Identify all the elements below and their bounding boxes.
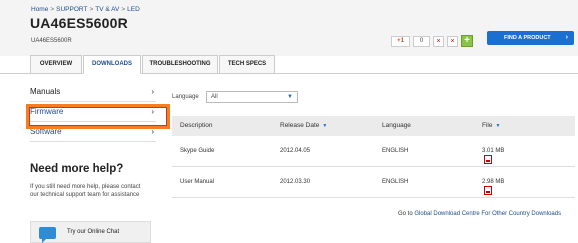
table-header: Description Release Date ▼ Language File ▼ xyxy=(172,116,575,136)
chevron-right-icon: › xyxy=(565,34,568,41)
breadcrumb-separator: > xyxy=(50,6,55,13)
google-plus-button[interactable]: +1 xyxy=(391,35,410,47)
table-row: Skype Guide 2012.04.05 ENGLISH 3.01 MB xyxy=(172,136,575,167)
share-button-1[interactable]: × xyxy=(433,35,444,47)
tab-tech-specs[interactable]: TECH SPECS xyxy=(219,55,275,74)
row-file-size: 2.98 MB xyxy=(482,179,505,185)
chat-bubble-icon xyxy=(39,227,56,243)
row-description: Skype Guide xyxy=(180,148,215,154)
breadcrumb-tv-av[interactable]: TV & AV xyxy=(95,6,119,13)
online-chat-button[interactable]: Try our Online Chat xyxy=(30,221,151,243)
downloads-table: Description Release Date ▼ Language File ▼… xyxy=(172,116,575,198)
social-buttons: +1 0 × × + xyxy=(391,35,473,47)
help-text: If you still need more help, please cont… xyxy=(30,184,141,198)
sort-down-icon: ▼ xyxy=(322,123,328,129)
column-header-release-date[interactable]: Release Date ▼ xyxy=(280,122,327,129)
breadcrumb-separator: > xyxy=(121,6,126,13)
breadcrumb-support[interactable]: SUPPORT xyxy=(56,6,87,13)
global-download-prefix: Go to xyxy=(398,211,413,217)
pdf-icon[interactable] xyxy=(484,155,492,164)
firmware-highlight-inner xyxy=(29,107,167,126)
breadcrumb-home[interactable]: Home xyxy=(31,6,48,13)
online-chat-label: Try our Online Chat xyxy=(67,229,120,235)
table-row: User Manual 2012.03.30 ENGLISH 2.98 MB xyxy=(172,167,575,198)
tab-overview[interactable]: OVERVIEW xyxy=(30,55,82,74)
tab-downloads[interactable]: DOWNLOADS xyxy=(83,55,141,74)
column-header-label: Release Date xyxy=(280,122,320,129)
column-header-language: Language xyxy=(382,122,411,129)
column-header-file[interactable]: File ▼ xyxy=(482,122,500,129)
breadcrumb-led[interactable]: LED xyxy=(127,6,140,13)
tab-bar: OVERVIEW DOWNLOADS TROUBLESHOOTING TECH … xyxy=(30,55,276,74)
row-description: User Manual xyxy=(180,179,215,185)
add-button[interactable]: + xyxy=(461,35,473,47)
google-plus-count: 0 xyxy=(413,35,430,47)
language-select-value: All xyxy=(211,94,218,100)
chevron-right-icon: › xyxy=(151,87,154,96)
breadcrumb: Home > SUPPORT > TV & AV > LED xyxy=(31,6,140,13)
sidebar-item-label: Manuals xyxy=(30,87,61,96)
global-download-note: Go to Global Download Centre For Other C… xyxy=(398,211,561,217)
tab-troubleshooting[interactable]: TROUBLESHOOTING xyxy=(142,55,218,74)
find-product-button[interactable]: FIND A PRODUCT › xyxy=(487,31,574,45)
global-download-link[interactable]: Global Download Centre For Other Country… xyxy=(414,211,561,217)
language-filter-label: Language xyxy=(172,94,199,100)
model-code: UA46ES5600R xyxy=(31,38,72,44)
row-file-size: 3.01 MB xyxy=(482,148,505,154)
row-date: 2012.04.05 xyxy=(280,148,311,154)
column-header-description: Description xyxy=(180,122,213,129)
page-title: UA46ES5600R xyxy=(30,15,128,31)
pdf-icon[interactable] xyxy=(484,186,492,195)
row-language: ENGLISH xyxy=(382,148,409,154)
chevron-down-icon: ▼ xyxy=(287,94,293,100)
share-button-2[interactable]: × xyxy=(447,35,458,47)
sidebar-item-manuals[interactable]: Manuals › xyxy=(30,82,156,102)
find-product-label: FIND A PRODUCT xyxy=(504,35,551,41)
row-date: 2012.03.30 xyxy=(280,179,311,185)
help-title: Need more help? xyxy=(30,163,124,175)
breadcrumb-separator: > xyxy=(89,6,94,13)
row-language: ENGLISH xyxy=(382,179,409,185)
sort-down-icon: ▼ xyxy=(495,123,501,129)
language-select[interactable]: All ▼ xyxy=(206,91,298,103)
column-header-label: File xyxy=(482,122,493,129)
